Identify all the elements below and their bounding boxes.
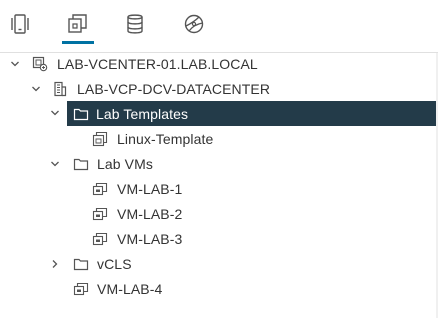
tree-node-vm-lab-1[interactable]: VM-LAB-1 — [0, 176, 436, 201]
tree-node-folder-vcls[interactable]: vCLS — [0, 251, 436, 276]
tree-node-template-linux[interactable]: Linux-Template — [0, 126, 436, 151]
tab-vms-templates[interactable] — [61, 12, 95, 44]
chevron-down-icon[interactable] — [49, 107, 61, 119]
tree-node-label: VM-LAB-1 — [117, 180, 183, 197]
tree-node-label: VM-LAB-2 — [117, 205, 183, 222]
tab-networking[interactable] — [177, 12, 211, 44]
datacenter-icon — [51, 80, 69, 98]
tree-node-label: LAB-VCENTER-01.LAB.LOCAL — [57, 55, 258, 72]
chevron-down-icon[interactable] — [30, 83, 42, 95]
tab-storage[interactable] — [118, 12, 152, 44]
tree-node-folder-lab-vms[interactable]: Lab VMs — [0, 151, 436, 176]
tree-node-label: VM-LAB-4 — [97, 280, 163, 297]
chevron-down-icon[interactable] — [9, 58, 21, 70]
tree-node-vm-lab-3[interactable]: VM-LAB-3 — [0, 226, 436, 251]
hosts-clusters-icon — [11, 14, 29, 34]
tree-node-vm-lab-4[interactable]: VM-LAB-4 — [0, 276, 436, 301]
chevron-right-icon[interactable] — [49, 258, 61, 270]
vm-icon — [91, 180, 109, 198]
tree-node-vm-lab-2[interactable]: VM-LAB-2 — [0, 201, 436, 226]
tree-node-label: VM-LAB-3 — [117, 230, 183, 247]
folder-icon — [72, 105, 90, 123]
tree-node-label: Linux-Template — [117, 130, 214, 147]
vm-template-icon — [91, 130, 109, 148]
vcenter-server-icon — [31, 55, 49, 73]
tree-node-folder-lab-templates[interactable]: Lab Templates — [67, 101, 436, 126]
tree-node-label: vCLS — [97, 255, 132, 272]
tree-node-label: Lab Templates — [96, 105, 189, 122]
networking-icon — [184, 14, 204, 34]
vm-icon — [72, 280, 90, 298]
tree-node-label: LAB-VCP-DCV-DATACENTER — [77, 80, 271, 97]
tree-node-datacenter[interactable]: LAB-VCP-DCV-DATACENTER — [0, 76, 436, 101]
navigator-tab-bar — [0, 0, 438, 52]
tree-node-label: Lab VMs — [97, 155, 153, 172]
vm-icon — [91, 230, 109, 248]
folder-icon — [72, 255, 90, 273]
vms-templates-icon — [68, 14, 87, 33]
vm-icon — [91, 205, 109, 223]
folder-icon — [72, 155, 90, 173]
tab-hosts-clusters[interactable] — [3, 12, 37, 44]
chevron-down-icon[interactable] — [49, 158, 61, 170]
storage-icon — [127, 14, 143, 34]
tree-node-vcenter[interactable]: LAB-VCENTER-01.LAB.LOCAL — [0, 51, 436, 76]
